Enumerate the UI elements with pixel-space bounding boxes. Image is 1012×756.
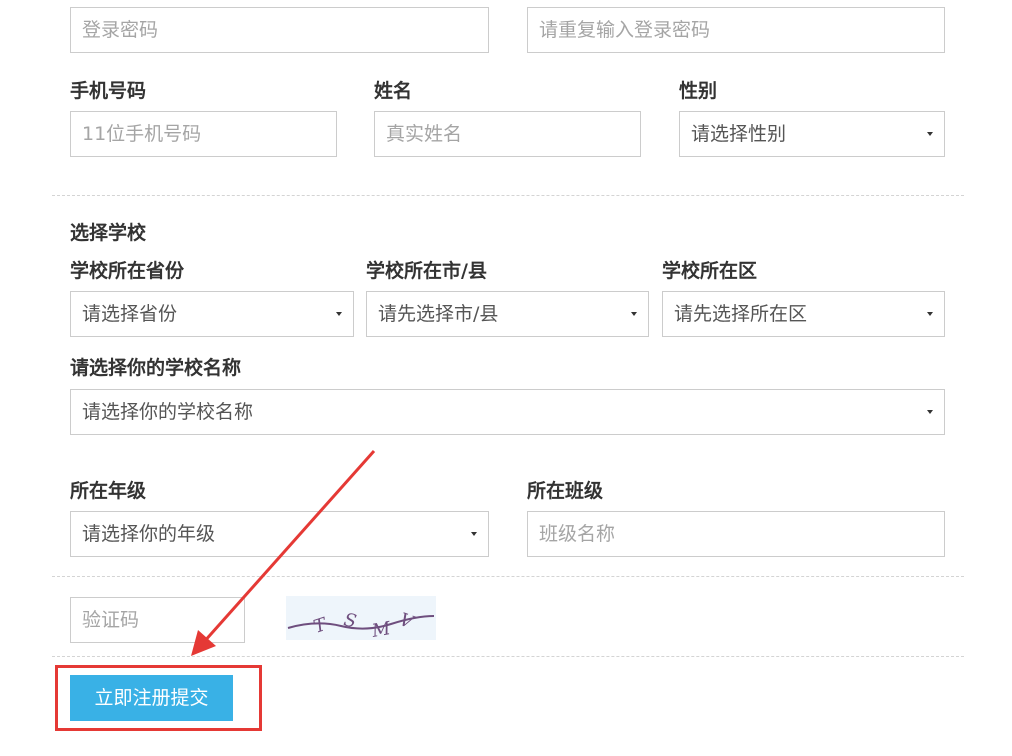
annotation-arrow xyxy=(191,450,376,656)
